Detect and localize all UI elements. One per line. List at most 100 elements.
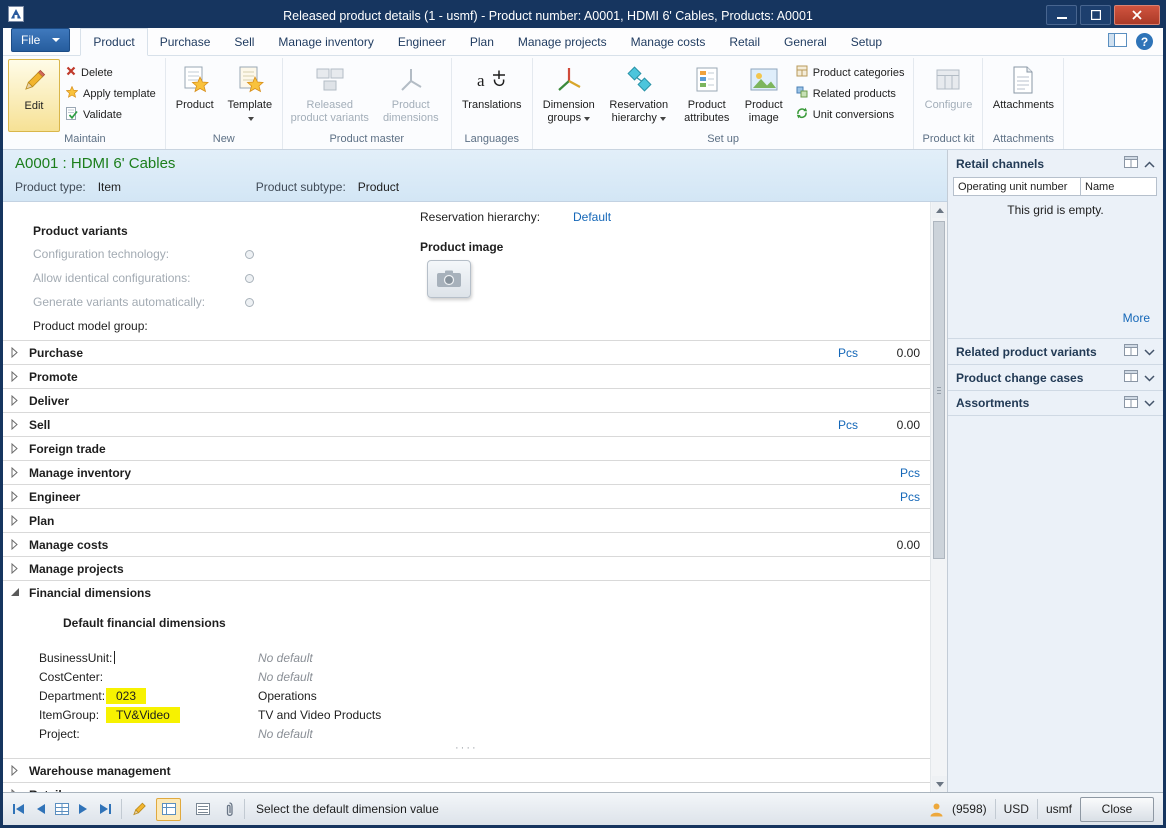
fasttab-promote[interactable]: Promote — [3, 364, 930, 388]
fasttab-retail[interactable]: Retail — [3, 782, 930, 792]
close-window-button[interactable] — [1114, 5, 1160, 25]
column-operating-unit-number[interactable]: Operating unit number — [953, 177, 1081, 196]
chevron-down-icon[interactable] — [1144, 345, 1155, 359]
product-image-button[interactable]: Product image — [738, 59, 790, 132]
tab-setup[interactable]: Setup — [839, 29, 894, 55]
dimension-groups-button[interactable]: Dimension groups — [536, 59, 602, 132]
main-scrollbar[interactable] — [930, 202, 947, 792]
separator — [244, 799, 245, 819]
scrollbar-thumb[interactable] — [933, 221, 945, 559]
delete-button[interactable]: Delete — [62, 62, 160, 83]
chevron-down-icon[interactable] — [1144, 396, 1155, 410]
fasttab-deliver[interactable]: Deliver — [3, 388, 930, 412]
next-record-icon[interactable] — [78, 803, 89, 815]
list-view-toggle[interactable] — [190, 798, 215, 821]
tab-product[interactable]: Product — [80, 28, 147, 56]
open-grid-icon[interactable] — [1124, 370, 1138, 385]
tab-manage-projects[interactable]: Manage projects — [506, 29, 619, 55]
new-product-button[interactable]: Product — [169, 59, 221, 132]
layout-panes-icon[interactable] — [1108, 33, 1127, 50]
reservation-hierarchy-button[interactable]: Reservation hierarchy — [602, 59, 676, 132]
user-sessions-icon[interactable] — [929, 802, 944, 817]
tab-general[interactable]: General — [772, 29, 839, 55]
edit-record-pencil-icon[interactable] — [131, 801, 147, 817]
unit-link[interactable]: Pcs — [838, 346, 858, 360]
product-attributes-button[interactable]: Product attributes — [676, 59, 738, 132]
chevron-right-icon — [11, 395, 21, 406]
edit-button[interactable]: Edit — [8, 59, 60, 132]
department-input[interactable]: 023 — [106, 688, 146, 704]
dropdown-arrow-icon — [248, 117, 254, 121]
itemgroup-input[interactable]: TV&Video — [106, 707, 180, 723]
fasttab-manage-costs[interactable]: Manage costs 0.00 — [3, 532, 930, 556]
help-icon[interactable]: ? — [1136, 33, 1153, 50]
fasttab-foreign-trade[interactable]: Foreign trade — [3, 436, 930, 460]
first-record-icon[interactable] — [12, 803, 26, 815]
open-grid-icon[interactable] — [1124, 156, 1138, 171]
group-label-set-up: Set up — [536, 132, 911, 149]
previous-record-icon[interactable] — [35, 803, 46, 815]
tab-purchase[interactable]: Purchase — [148, 29, 223, 55]
related-product-variants-panel-header[interactable]: Related product variants — [948, 338, 1163, 364]
retail-channels-panel-header[interactable]: Retail channels — [948, 150, 1163, 177]
assortments-panel-header[interactable]: Assortments — [948, 390, 1163, 416]
tab-plan[interactable]: Plan — [458, 29, 506, 55]
attachments-button[interactable]: Attachments — [986, 59, 1060, 132]
new-template-button[interactable]: Template — [221, 59, 279, 132]
tab-retail[interactable]: Retail — [717, 29, 772, 55]
company-field[interactable]: usmf — [1046, 802, 1072, 816]
tab-manage-inventory[interactable]: Manage inventory — [266, 29, 385, 55]
scroll-up-arrow[interactable] — [932, 202, 947, 218]
last-record-icon[interactable] — [98, 803, 112, 815]
tab-sell[interactable]: Sell — [222, 29, 266, 55]
chevron-right-icon — [11, 539, 21, 550]
section-resize-handle[interactable]: ···· — [455, 742, 478, 754]
ribbon-group-product-kit: Configure Product kit — [914, 58, 983, 149]
fasttab-warehouse-management[interactable]: Warehouse management — [3, 758, 930, 782]
fasttab-financial-dimensions[interactable]: Financial dimensions — [3, 580, 930, 604]
grid-view-icon[interactable] — [55, 803, 69, 815]
apply-template-button[interactable]: Apply template — [62, 83, 160, 104]
related-products-button[interactable]: Related products — [792, 83, 909, 104]
open-grid-icon[interactable] — [1124, 396, 1138, 411]
chevron-down-icon[interactable] — [1144, 371, 1155, 385]
chevron-right-icon — [11, 563, 21, 574]
column-name[interactable]: Name — [1081, 177, 1157, 196]
currency-field[interactable]: USD — [1004, 802, 1029, 816]
project-default: No default — [258, 727, 313, 741]
reservation-hierarchy-value-link[interactable]: Default — [573, 210, 611, 224]
unit-link[interactable]: Pcs — [838, 418, 858, 432]
product-image-placeholder[interactable] — [427, 260, 471, 298]
scroll-down-arrow[interactable] — [932, 776, 947, 792]
product-change-cases-panel-header[interactable]: Product change cases — [948, 364, 1163, 390]
maximize-button[interactable] — [1080, 5, 1111, 25]
status-message: Select the default dimension value — [256, 802, 439, 816]
more-link[interactable]: More — [1123, 311, 1150, 325]
fasttab-plan[interactable]: Plan — [3, 508, 930, 532]
ribbon-group-attachments: Attachments Attachments — [983, 58, 1064, 149]
minimize-button[interactable] — [1046, 5, 1077, 25]
businessunit-input[interactable] — [106, 651, 258, 664]
ribbon-group-set-up: Dimension groups Reservation hierarchy P… — [533, 58, 915, 149]
file-menu-button[interactable]: File — [11, 28, 70, 52]
form-view-toggle[interactable] — [156, 798, 181, 821]
unit-link[interactable]: Pcs — [900, 466, 920, 480]
fasttab-manage-projects[interactable]: Manage projects — [3, 556, 930, 580]
product-categories-button[interactable]: Product categories — [792, 62, 909, 83]
open-grid-icon[interactable] — [1124, 344, 1138, 359]
tab-engineer[interactable]: Engineer — [386, 29, 458, 55]
chevron-up-icon[interactable] — [1144, 157, 1155, 171]
fasttab-manage-inventory[interactable]: Manage inventory Pcs — [3, 460, 930, 484]
fasttab-purchase[interactable]: Purchase Pcs0.00 — [3, 340, 930, 364]
translations-button[interactable]: a Translations — [455, 59, 529, 132]
allow-identical-configurations-label: Allow identical configurations: — [33, 271, 245, 285]
unit-conversions-button[interactable]: Unit conversions — [792, 104, 909, 125]
validate-button[interactable]: Validate — [62, 104, 160, 125]
fasttab-engineer[interactable]: Engineer Pcs — [3, 484, 930, 508]
attachments-paperclip-icon[interactable] — [224, 801, 235, 818]
tab-manage-costs[interactable]: Manage costs — [619, 29, 718, 55]
unit-link[interactable]: Pcs — [900, 490, 920, 504]
fasttab-sell[interactable]: Sell Pcs0.00 — [3, 412, 930, 436]
group-label-new: New — [169, 132, 279, 149]
close-button[interactable]: Close — [1080, 797, 1154, 822]
